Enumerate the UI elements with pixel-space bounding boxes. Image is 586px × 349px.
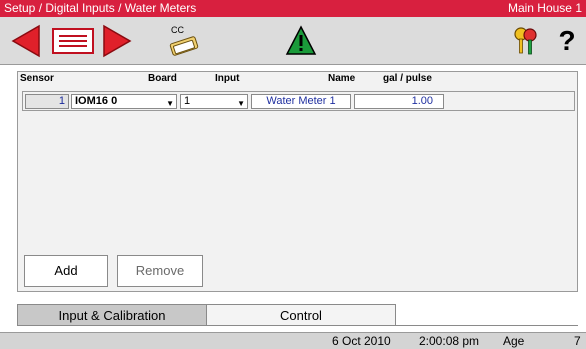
- chevron-down-icon: ▼: [166, 99, 174, 108]
- status-time: 2:00:08 pm: [419, 334, 480, 348]
- status-age-label: Age: [503, 334, 525, 348]
- chevron-down-icon: ▼: [237, 99, 245, 108]
- record-list-icon: [52, 28, 94, 54]
- status-age-value: 7: [574, 334, 581, 348]
- copy-label: CC: [171, 25, 184, 35]
- location-label: Main House 1: [507, 1, 582, 15]
- copy-button[interactable]: CC: [165, 22, 203, 60]
- sensor-number: 1: [25, 94, 69, 109]
- header-name: Name: [328, 73, 356, 84]
- tab-divider: [395, 325, 578, 326]
- input-select[interactable]: 1 ▼: [180, 94, 248, 109]
- status-bar: 6 Oct 2010 2:00:08 pm Age 7: [0, 332, 586, 349]
- header-input: Input: [215, 73, 240, 84]
- previous-button[interactable]: [8, 22, 44, 60]
- table-row: 1 IOM16 0 ▼ 1 ▼ Water Meter 1 1.00: [22, 91, 575, 111]
- next-button[interactable]: [99, 22, 135, 60]
- clipboard-copy-icon: CC: [169, 25, 199, 56]
- toolbar: CC ?: [0, 17, 586, 65]
- title-bar: Setup / Digital Inputs / Water Meters Ma…: [0, 0, 586, 17]
- board-select[interactable]: IOM16 0 ▼: [71, 94, 177, 109]
- board-value: IOM16 0: [75, 95, 118, 107]
- tab-input-calibration[interactable]: Input & Calibration: [17, 304, 207, 326]
- gal-per-pulse-field[interactable]: 1.00: [354, 94, 444, 109]
- keys-icon: [514, 27, 537, 55]
- header-gal-per-pulse: gal / pulse: [383, 73, 432, 84]
- warning-triangle-icon: [285, 25, 317, 55]
- record-list-button[interactable]: [48, 22, 98, 60]
- alarm-button[interactable]: [283, 22, 319, 60]
- input-value: 1: [184, 95, 191, 107]
- add-button[interactable]: Add: [24, 255, 108, 287]
- status-date: 6 Oct 2010: [332, 334, 391, 348]
- header-sensor: Sensor: [20, 73, 54, 84]
- remove-button[interactable]: Remove: [117, 255, 203, 287]
- tab-control[interactable]: Control: [206, 304, 396, 326]
- breadcrumb: Setup / Digital Inputs / Water Meters: [4, 1, 197, 15]
- name-field[interactable]: Water Meter 1: [251, 94, 351, 109]
- red-right-arrow-icon: [103, 24, 132, 58]
- access-button[interactable]: [511, 22, 541, 60]
- red-left-arrow-icon: [11, 24, 40, 58]
- header-board: Board: [148, 73, 177, 84]
- help-button[interactable]: ?: [552, 22, 582, 60]
